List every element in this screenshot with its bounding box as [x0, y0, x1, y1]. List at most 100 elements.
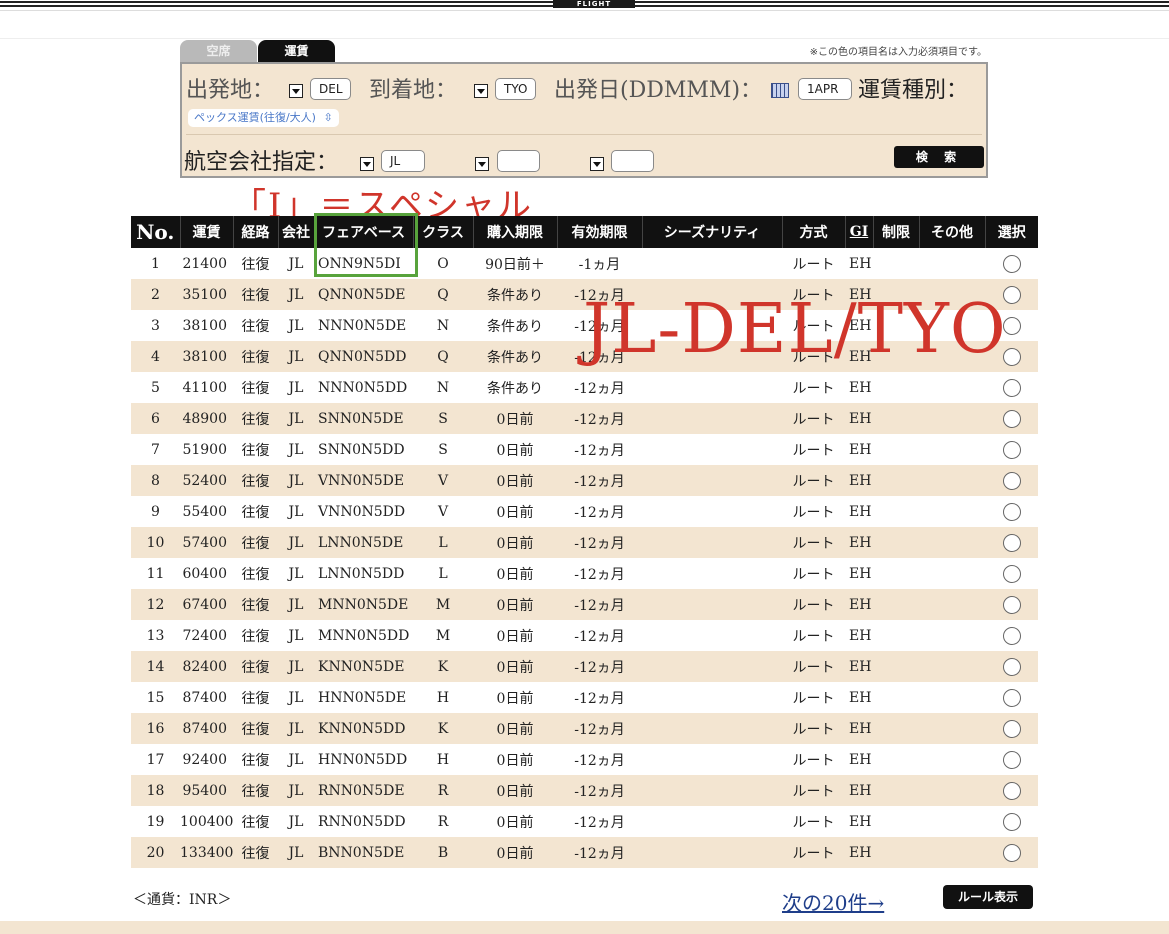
cell-route: 往復 [233, 279, 278, 310]
select-radio[interactable] [1002, 502, 1021, 521]
cell-limit [873, 496, 919, 527]
cell-route: 往復 [241, 504, 270, 521]
cell-fare-basis: NNN0N5DD [318, 379, 408, 396]
next-page-link[interactable]: 次の20件→ [782, 887, 884, 916]
departure-date-input[interactable]: 1APR [798, 78, 852, 100]
cell-limit [873, 589, 919, 620]
table-row[interactable]: 19 100400 往復 JL RNN0N5DD R 0日前 -12ヵ月 ルート EH [131, 806, 1038, 837]
cell-method: ルート [782, 775, 845, 806]
search-button[interactable]: 検 索 [894, 146, 984, 168]
cell-purchase: 0日前 [473, 527, 557, 558]
table-row[interactable]: 6 48900 往復 JL SNN0N5DE S 0日前 -12ヵ月 ルート EH [131, 403, 1038, 434]
table-row[interactable]: 11 60400 往復 JL LNN0N5DD L 0日前 -12ヵ月 ルート EH [131, 558, 1038, 589]
table-row[interactable]: 15 87400 往復 JL HNN0N5DE H 0日前 -12ヵ月 ルート EH [131, 682, 1038, 713]
cell-method: ルート [792, 628, 835, 645]
cell-airline: JL [288, 503, 304, 520]
select-radio[interactable] [1002, 688, 1021, 707]
cell-validity: -12ヵ月 [557, 713, 642, 744]
cell-no: 4 [131, 341, 180, 372]
cell-no: 13 [146, 627, 165, 644]
table-row[interactable]: 10 57400 往復 JL LNN0N5DE L 0日前 -12ヵ月 ルート EH [131, 527, 1038, 558]
cell-class: O [437, 255, 449, 272]
table-row[interactable]: 9 55400 往復 JL VNN0N5DD V 0日前 -12ヵ月 ルート EH [131, 496, 1038, 527]
table-row[interactable]: 12 67400 往復 JL MNN0N5DE M 0日前 -12ヵ月 ルート EH [131, 589, 1038, 620]
select-radio[interactable] [1002, 254, 1021, 273]
select-radio[interactable] [1002, 409, 1021, 428]
table-row[interactable]: 7 51900 往復 JL SNN0N5DD S 0日前 -12ヵ月 ルート EH [131, 434, 1038, 465]
cell-select [985, 527, 1038, 558]
cell-seasonality [642, 713, 782, 744]
cell-validity: -12ヵ月 [574, 814, 625, 831]
select-radio[interactable] [1002, 626, 1021, 645]
cell-airline: JL [278, 589, 314, 620]
cell-seasonality [642, 558, 782, 589]
cell-seasonality [642, 837, 782, 868]
cell-method: ルート [782, 465, 845, 496]
top-banner: FLIGHT [0, 0, 1169, 11]
tab-availability[interactable]: 空席 [180, 40, 257, 62]
chevron-updown-icon: ⇳ [323, 111, 333, 124]
table-row[interactable]: 18 95400 往復 JL RNN0N5DE R 0日前 -12ヵ月 ルート EH [131, 775, 1038, 806]
cell-seasonality [642, 496, 782, 527]
select-radio[interactable] [1002, 533, 1021, 552]
cell-gi: EH [845, 589, 873, 620]
cell-fare-basis: RNN0N5DE [314, 775, 413, 806]
select-radio[interactable] [1002, 378, 1021, 397]
table-row[interactable]: 13 72400 往復 JL MNN0N5DD M 0日前 -12ヵ月 ルート EH [131, 620, 1038, 651]
calendar-icon[interactable] [771, 83, 789, 98]
cell-other [919, 527, 985, 558]
cell-purchase: 条件あり [473, 341, 557, 372]
airline-2-dropdown-icon[interactable] [475, 157, 489, 171]
select-radio[interactable] [1002, 843, 1021, 862]
arrival-dropdown-icon[interactable] [474, 84, 488, 98]
table-row[interactable]: 16 87400 往復 JL KNN0N5DD K 0日前 -12ヵ月 ルート EH [131, 713, 1038, 744]
cell-airline: JL [278, 465, 314, 496]
cell-route: 往復 [233, 713, 278, 744]
cell-select [985, 806, 1038, 837]
cell-route: 往復 [233, 837, 278, 868]
cell-fare-basis: RNN0N5DD [318, 813, 406, 830]
cell-no: 14 [131, 651, 180, 682]
tab-fares[interactable]: 運賃 [258, 40, 335, 62]
cell-airline: JL [288, 565, 304, 582]
select-radio[interactable] [1002, 750, 1021, 769]
fare-type-select[interactable]: ペックス運賃(往復/大人) ⇳ [188, 109, 339, 127]
airline-1-dropdown-icon[interactable] [360, 157, 374, 171]
select-radio[interactable] [1002, 595, 1021, 614]
select-radio[interactable] [1002, 812, 1021, 831]
airline-3-dropdown-icon[interactable] [590, 157, 604, 171]
cell-route: 往復 [241, 318, 270, 335]
table-row[interactable]: 1 21400 往復 JL ONN9N5DI O 90日前＋ -1ヵ月 ルート EH [131, 248, 1038, 279]
select-radio[interactable] [1002, 719, 1021, 738]
arrival-input[interactable]: TYO [495, 78, 536, 100]
cell-seasonality [642, 465, 782, 496]
col-header-gi[interactable]: GI [845, 216, 874, 248]
show-rules-button[interactable]: ルール表示 [943, 885, 1033, 909]
col-header-no: No. [131, 216, 181, 248]
select-radio[interactable] [1002, 781, 1021, 800]
cell-gi: EH [845, 403, 873, 434]
cell-other [919, 589, 985, 620]
cell-limit [873, 837, 919, 868]
cell-route: 往復 [241, 690, 270, 707]
select-radio[interactable] [1002, 471, 1021, 490]
table-row[interactable]: 20 133400 往復 JL BNN0N5DE B 0日前 -12ヵ月 ルート EH [131, 837, 1038, 868]
cell-route: 往復 [241, 256, 270, 273]
airline-2-input[interactable] [497, 150, 540, 172]
select-radio[interactable] [1002, 564, 1021, 583]
cell-fare: 82400 [180, 651, 233, 682]
table-row[interactable]: 5 41100 往復 JL NNN0N5DD N 条件あり -12ヵ月 ルート EH [131, 372, 1038, 403]
table-row[interactable]: 14 82400 往復 JL KNN0N5DE K 0日前 -12ヵ月 ルート EH [131, 651, 1038, 682]
cell-no: 3 [151, 317, 160, 334]
airline-3-input[interactable] [611, 150, 654, 172]
cell-method: ルート [782, 403, 845, 434]
table-row[interactable]: 17 92400 往復 JL HNN0N5DD H 0日前 -12ヵ月 ルート EH [131, 744, 1038, 775]
cell-purchase: 0日前 [496, 566, 534, 583]
departure-dropdown-icon[interactable] [289, 84, 303, 98]
select-radio[interactable] [1002, 440, 1021, 459]
departure-input[interactable]: DEL [310, 78, 351, 100]
table-row[interactable]: 8 52400 往復 JL VNN0N5DE V 0日前 -12ヵ月 ルート EH [131, 465, 1038, 496]
airline-1-input[interactable]: JL [381, 150, 425, 172]
cell-gi: EH [849, 627, 872, 644]
select-radio[interactable] [1002, 657, 1021, 676]
